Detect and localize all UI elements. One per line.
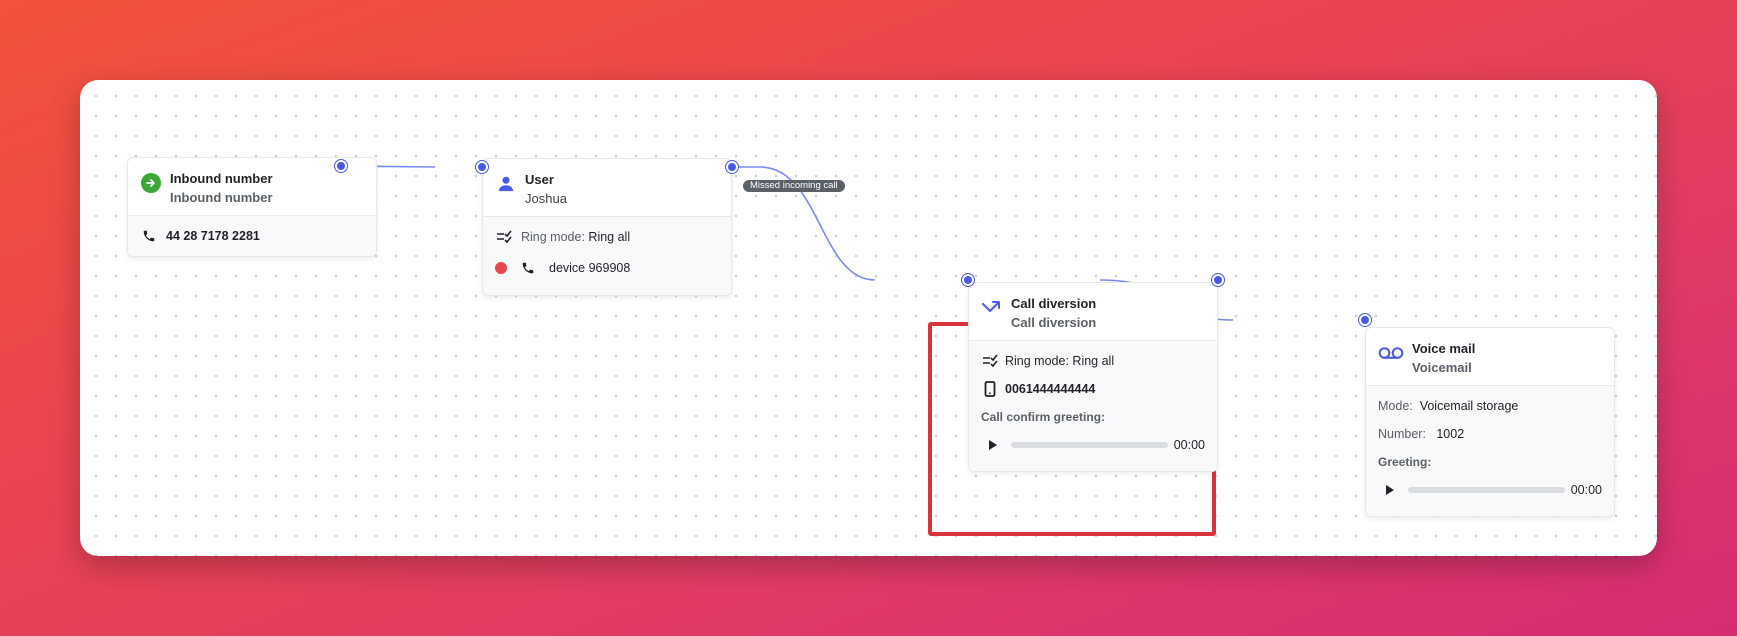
node-subtitle: Voicemail	[1412, 360, 1472, 375]
node-call-diversion[interactable]: Call diversion Call diversion Ring mode:…	[968, 282, 1218, 472]
play-icon[interactable]	[981, 433, 1005, 457]
ring-mode-label: Ring mode:	[521, 230, 585, 244]
ring-mode-label: Ring mode:	[1005, 354, 1069, 368]
audio-player: 00:00	[981, 431, 1205, 459]
audio-player: 00:00	[1378, 476, 1602, 504]
node-header: Call diversion Call diversion	[969, 283, 1217, 341]
node-title: Call diversion	[1011, 296, 1097, 311]
node-title: Inbound number	[170, 171, 273, 186]
call-diversion-input-handle[interactable]	[962, 274, 974, 286]
voicemail-icon	[1378, 342, 1404, 364]
user-input-handle[interactable]	[476, 161, 488, 173]
greeting-label: Greeting:	[1378, 455, 1432, 469]
mobile-phone-icon	[981, 380, 999, 398]
play-icon[interactable]	[1378, 478, 1402, 502]
diversion-number: 0061444444444	[1005, 382, 1096, 396]
node-title: User	[525, 172, 554, 187]
node-body: Ring mode: Ring all device 969908	[483, 217, 731, 295]
ring-mode-list-icon	[495, 228, 513, 246]
ring-mode-list-icon	[981, 352, 999, 370]
node-body: Ring mode: Ring all 0061444444444 Call c…	[969, 341, 1217, 471]
audio-time: 00:00	[1173, 438, 1205, 452]
phone-number-row: 44 28 7178 2281	[140, 222, 364, 250]
call-diversion-output-handle[interactable]	[1212, 274, 1224, 286]
edge-label-missed-incoming-call[interactable]: Missed incoming call	[743, 180, 845, 192]
node-user[interactable]: User Joshua Ring mode: Ring all device 9…	[482, 158, 732, 296]
node-subtitle: Call diversion	[1011, 315, 1097, 330]
node-voicemail[interactable]: Voice mail Voicemail Mode: Voicemail sto…	[1365, 327, 1615, 517]
person-icon	[495, 173, 517, 195]
node-body: 44 28 7178 2281	[128, 216, 376, 256]
node-inbound-number[interactable]: Inbound number Inbound number 44 28 7178…	[127, 157, 377, 257]
inbound-output-handle[interactable]	[335, 160, 347, 172]
node-subtitle: Inbound number	[170, 190, 273, 205]
mode-label: Mode:	[1378, 399, 1413, 413]
mode-value: Voicemail storage	[1419, 399, 1519, 413]
ring-mode-row: Ring mode: Ring all	[495, 223, 719, 251]
number-row: Number: 1002	[1378, 420, 1602, 448]
node-title: Voice mail	[1412, 341, 1476, 356]
node-body: Mode: Voicemail storage Number: 1002 Gre…	[1366, 386, 1614, 516]
ring-mode-row: Ring mode: Ring all	[981, 347, 1205, 375]
ring-mode-value: Ring all	[1072, 354, 1115, 368]
node-subtitle: Joshua	[525, 191, 567, 206]
device-status-indicator	[495, 262, 507, 274]
mode-row: Mode: Voicemail storage	[1378, 392, 1602, 420]
audio-progress-track[interactable]	[1011, 442, 1168, 448]
flow-canvas[interactable]: Missed incoming call Inbound number Inbo…	[80, 80, 1657, 556]
voicemail-input-handle[interactable]	[1359, 314, 1371, 326]
arrow-right-circle-icon	[140, 172, 162, 194]
call-forward-icon	[981, 297, 1003, 319]
device-name: device 969908	[549, 261, 631, 275]
device-row: device 969908	[495, 251, 719, 285]
number-label: Number:	[1378, 427, 1426, 441]
phone-icon	[140, 227, 158, 245]
node-header: Voice mail Voicemail	[1366, 328, 1614, 386]
user-output-handle[interactable]	[726, 161, 738, 173]
diversion-number-row: 0061444444444	[981, 375, 1205, 403]
inbound-phone-number: 44 28 7178 2281	[166, 229, 260, 243]
ring-mode-value: Ring all	[588, 230, 631, 244]
number-value: 1002	[1436, 427, 1465, 441]
greeting-label: Call confirm greeting:	[981, 410, 1106, 424]
node-header: User Joshua	[483, 159, 731, 217]
audio-progress-track[interactable]	[1408, 487, 1565, 493]
audio-time: 00:00	[1570, 483, 1602, 497]
phone-icon	[519, 259, 537, 277]
